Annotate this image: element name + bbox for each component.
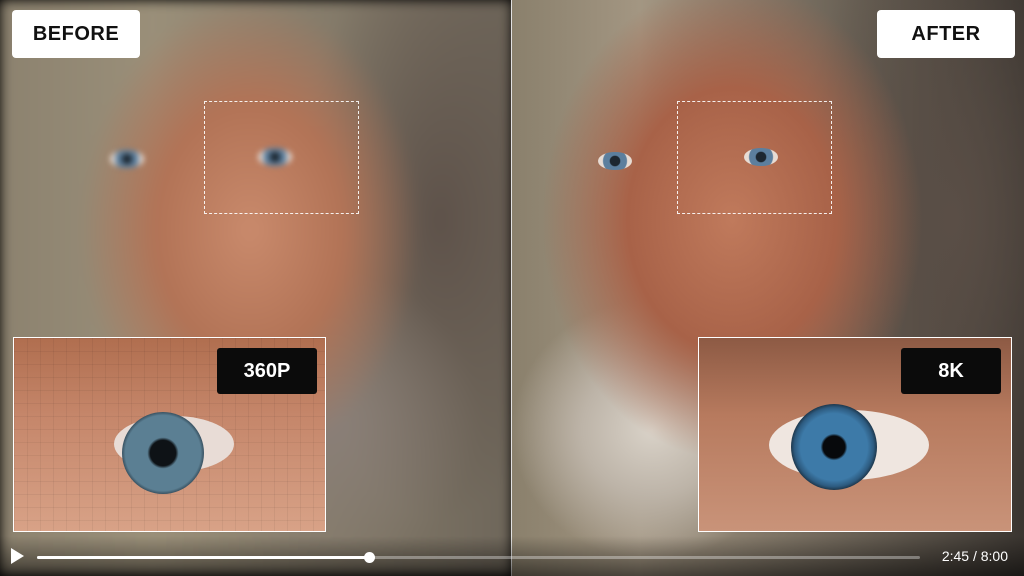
after-label: AFTER	[877, 10, 1015, 58]
progress-thumb[interactable]	[364, 552, 375, 563]
before-zoom-iris	[122, 412, 204, 494]
before-zoom-inset: 360P	[13, 337, 326, 532]
after-zoom-inset: 8K	[698, 337, 1012, 532]
before-panel: BEFORE 360P	[0, 0, 512, 576]
play-icon[interactable]	[11, 548, 24, 564]
before-selection-box	[204, 101, 359, 214]
time-display: 2:45 / 8:00	[941, 548, 1008, 564]
player-controls: 2:45 / 8:00	[0, 536, 1024, 576]
resolution-badge-high: 8K	[901, 348, 1001, 394]
before-eye-left	[110, 150, 144, 168]
before-label: BEFORE	[12, 10, 140, 58]
comparison-stage: BEFORE 360P AFTER 8K 2:45 / 8:00	[0, 0, 1024, 576]
resolution-badge-low: 360P	[217, 348, 317, 394]
after-selection-box	[677, 101, 832, 214]
after-panel: AFTER 8K	[512, 0, 1024, 576]
progress-track[interactable]	[37, 552, 920, 563]
progress-fill	[37, 556, 369, 559]
after-eye-left	[598, 152, 632, 170]
after-zoom-iris	[791, 404, 877, 490]
